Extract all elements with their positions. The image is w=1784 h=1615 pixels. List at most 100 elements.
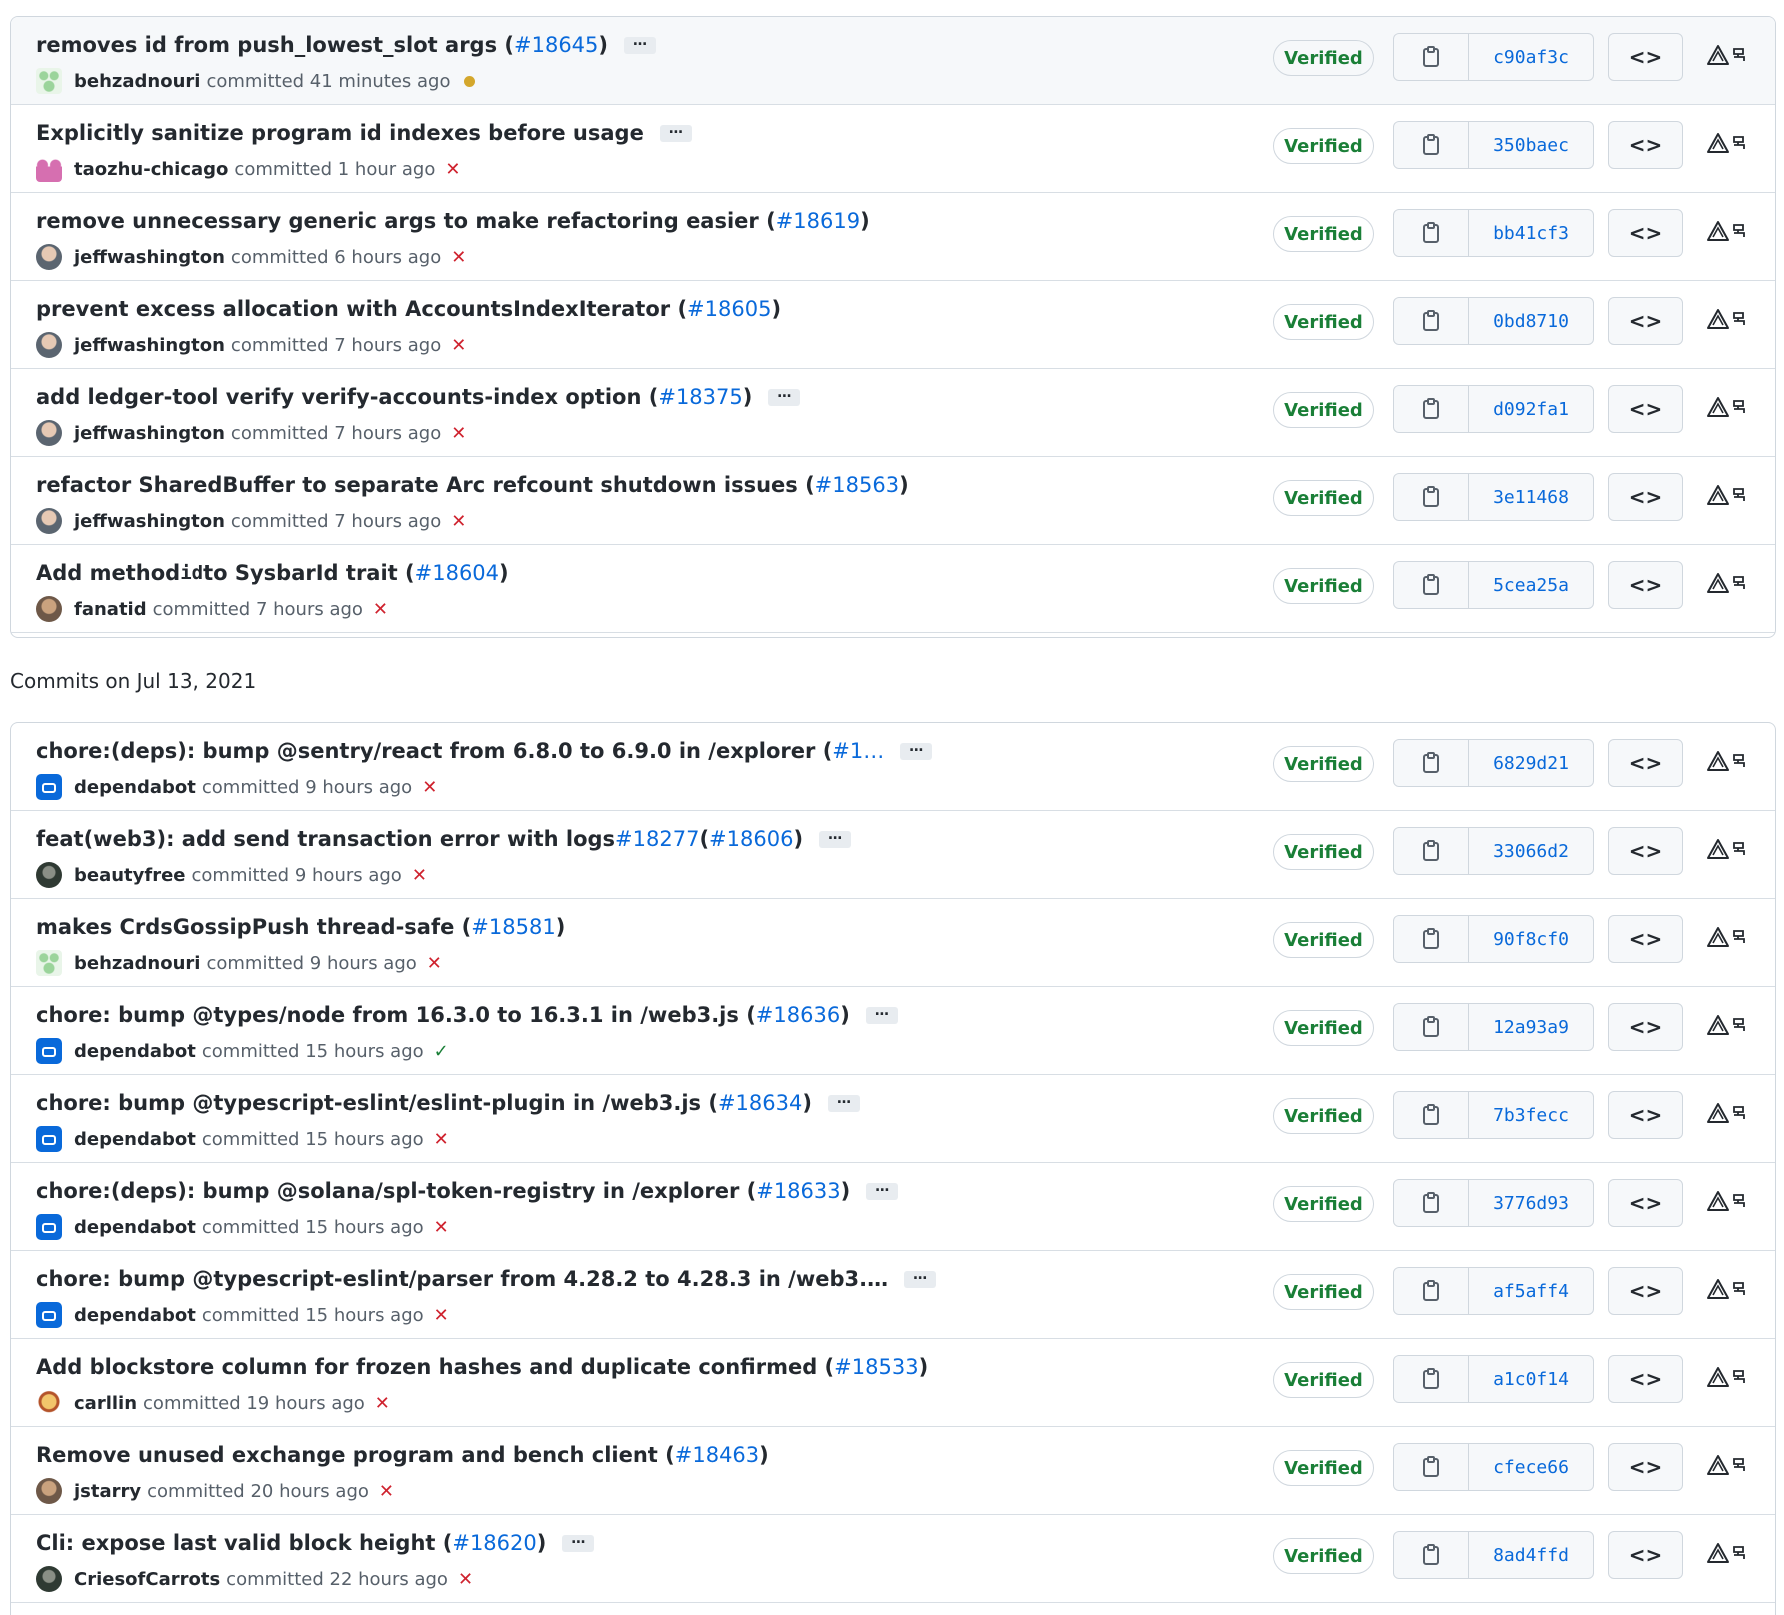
commit-sha-link[interactable]: 6829d21 xyxy=(1469,740,1593,786)
extension-icon[interactable] xyxy=(1706,1277,1748,1301)
author-link[interactable]: dependabot xyxy=(74,777,196,798)
browse-repo-button[interactable]: <> xyxy=(1608,739,1683,787)
failed-status-icon[interactable]: ✕ xyxy=(373,599,388,620)
commit-sha-link[interactable]: 90f8cf0 xyxy=(1469,916,1593,962)
extension-icon[interactable] xyxy=(1706,483,1748,507)
copy-sha-button[interactable] xyxy=(1394,298,1469,344)
commit-sha-link[interactable]: bb41cf3 xyxy=(1469,210,1593,256)
copy-sha-button[interactable] xyxy=(1394,122,1469,168)
avatar[interactable] xyxy=(36,774,62,800)
author-link[interactable]: taozhu-chicago xyxy=(74,159,228,180)
pr-link[interactable]: #18375 xyxy=(658,385,742,409)
commit-sha-link[interactable]: 8ad4ffd xyxy=(1469,1532,1593,1578)
avatar[interactable] xyxy=(36,508,62,534)
failed-status-icon[interactable]: ✕ xyxy=(427,953,442,974)
author-link[interactable]: dependabot xyxy=(74,1129,196,1150)
author-link[interactable]: behzadnouri xyxy=(74,953,200,974)
copy-sha-button[interactable] xyxy=(1394,828,1469,874)
commit-message[interactable]: Remove unused exchange program and bench… xyxy=(36,1443,769,1467)
commit-message[interactable]: Add method id to SysbarId trait (#18604) xyxy=(36,561,509,585)
browse-repo-button[interactable]: <> xyxy=(1608,297,1683,345)
pr-link[interactable]: #18277 xyxy=(615,827,699,851)
success-status-icon[interactable]: ✓ xyxy=(434,1041,449,1062)
author-link[interactable]: jeffwashington xyxy=(74,423,225,444)
commit-sha-link[interactable]: 33066d2 xyxy=(1469,828,1593,874)
extension-icon[interactable] xyxy=(1706,219,1748,243)
expand-message-button[interactable]: … xyxy=(904,1268,937,1288)
commit-sha-link[interactable]: c90af3c xyxy=(1469,34,1593,80)
commit-message[interactable]: chore: bump @types/node from 16.3.0 to 1… xyxy=(36,1003,898,1027)
commit-message[interactable]: refactor SharedBuffer to separate Arc re… xyxy=(36,473,909,497)
expand-message-button[interactable]: … xyxy=(866,1180,899,1200)
failed-status-icon[interactable]: ✕ xyxy=(375,1393,390,1414)
avatar[interactable] xyxy=(36,862,62,888)
expand-message-button[interactable]: … xyxy=(624,34,657,54)
pending-status-icon[interactable] xyxy=(464,75,476,87)
commit-sha-link[interactable]: 5cea25a xyxy=(1469,562,1593,608)
extension-icon[interactable] xyxy=(1706,1013,1748,1037)
failed-status-icon[interactable]: ✕ xyxy=(451,423,466,444)
author-link[interactable]: jstarry xyxy=(74,1481,141,1502)
browse-repo-button[interactable]: <> xyxy=(1608,209,1683,257)
expand-message-button[interactable]: … xyxy=(827,1092,860,1112)
extension-icon[interactable] xyxy=(1706,1365,1748,1389)
avatar[interactable] xyxy=(36,596,62,622)
expand-message-button[interactable]: … xyxy=(768,386,801,406)
expand-message-button[interactable]: … xyxy=(659,122,692,142)
expand-message-button[interactable]: … xyxy=(900,740,933,760)
commit-message[interactable]: Add blockstore column for frozen hashes … xyxy=(36,1355,928,1379)
copy-sha-button[interactable] xyxy=(1394,386,1469,432)
expand-message-button[interactable]: … xyxy=(819,828,852,848)
failed-status-icon[interactable]: ✕ xyxy=(434,1129,449,1150)
commit-sha-link[interactable]: cfece66 xyxy=(1469,1444,1593,1490)
avatar[interactable] xyxy=(36,68,62,94)
browse-repo-button[interactable]: <> xyxy=(1608,33,1683,81)
pr-link[interactable]: #18636 xyxy=(756,1003,840,1027)
commit-message[interactable]: makes CrdsGossipPush thread-safe (#18581… xyxy=(36,915,565,939)
verified-badge[interactable]: Verified xyxy=(1273,834,1374,870)
pr-link[interactable]: #18605 xyxy=(687,297,771,321)
avatar[interactable] xyxy=(36,1126,62,1152)
avatar[interactable] xyxy=(36,156,62,182)
author-link[interactable]: beautyfree xyxy=(74,865,186,886)
pr-link[interactable]: #18533 xyxy=(834,1355,918,1379)
copy-sha-button[interactable] xyxy=(1394,1444,1469,1490)
author-link[interactable]: jeffwashington xyxy=(74,247,225,268)
commit-message[interactable]: add ledger-tool verify verify-accounts-i… xyxy=(36,385,801,409)
commit-sha-link[interactable]: 0bd8710 xyxy=(1469,298,1593,344)
copy-sha-button[interactable] xyxy=(1394,916,1469,962)
extension-icon[interactable] xyxy=(1706,1541,1748,1565)
pr-link[interactable]: #18645 xyxy=(514,33,598,57)
verified-badge[interactable]: Verified xyxy=(1273,568,1374,604)
failed-status-icon[interactable]: ✕ xyxy=(451,247,466,268)
commit-message[interactable]: Explicitly sanitize program id indexes b… xyxy=(36,121,692,145)
copy-sha-button[interactable] xyxy=(1394,1180,1469,1226)
commit-message[interactable]: chore:(deps): bump @sentry/react from 6.… xyxy=(36,739,933,763)
avatar[interactable] xyxy=(36,1478,62,1504)
extension-icon[interactable] xyxy=(1706,1101,1748,1125)
pr-link[interactable]: #18604 xyxy=(415,561,499,585)
pr-link[interactable]: #18581 xyxy=(471,915,555,939)
browse-repo-button[interactable]: <> xyxy=(1608,1091,1683,1139)
browse-repo-button[interactable]: <> xyxy=(1608,1531,1683,1579)
commit-sha-link[interactable]: af5aff4 xyxy=(1469,1268,1593,1314)
copy-sha-button[interactable] xyxy=(1394,740,1469,786)
author-link[interactable]: carllin xyxy=(74,1393,137,1414)
commit-message[interactable]: removes id from push_lowest_slot args (#… xyxy=(36,33,657,57)
extension-icon[interactable] xyxy=(1706,749,1748,773)
extension-icon[interactable] xyxy=(1706,1453,1748,1477)
pr-link[interactable]: #18463 xyxy=(675,1443,759,1467)
expand-message-button[interactable]: … xyxy=(562,1532,595,1552)
browse-repo-button[interactable]: <> xyxy=(1608,1003,1683,1051)
verified-badge[interactable]: Verified xyxy=(1273,1274,1374,1310)
commit-message[interactable]: chore: bump @typescript-eslint/parser fr… xyxy=(36,1267,937,1291)
failed-status-icon[interactable]: ✕ xyxy=(379,1481,394,1502)
extension-icon[interactable] xyxy=(1706,1189,1748,1213)
avatar[interactable] xyxy=(36,1038,62,1064)
failed-status-icon[interactable]: ✕ xyxy=(434,1305,449,1326)
avatar[interactable] xyxy=(36,950,62,976)
failed-status-icon[interactable]: ✕ xyxy=(451,335,466,356)
copy-sha-button[interactable] xyxy=(1394,1532,1469,1578)
copy-sha-button[interactable] xyxy=(1394,1268,1469,1314)
author-link[interactable]: dependabot xyxy=(74,1305,196,1326)
